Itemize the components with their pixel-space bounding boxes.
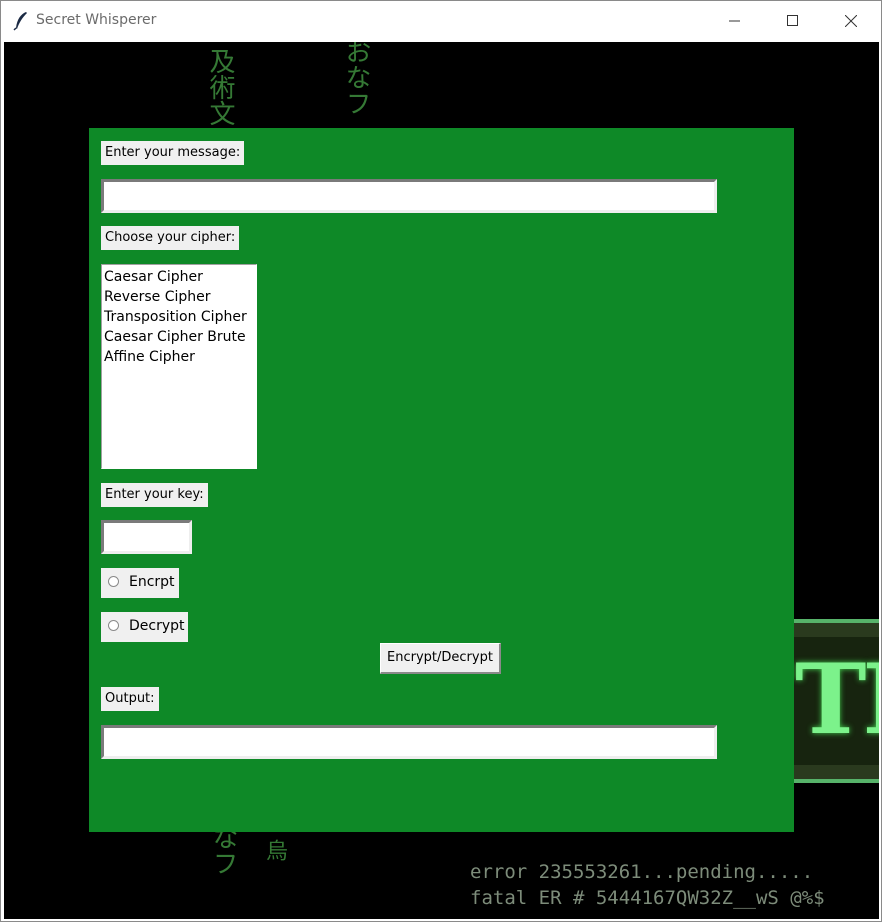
key-label: Enter your key: [101,483,208,507]
decrypt-radio[interactable]: Decrypt [101,612,188,642]
title-bar[interactable]: Secret Whisperer [1,1,881,41]
encrypt-radio[interactable]: Encrpt [101,568,179,598]
matrix-glyph-column: 及術文 [205,48,235,126]
matrix-glyph-column: 烏 [262,839,287,861]
close-icon [845,15,857,27]
output-label: Output: [101,687,159,711]
decrypt-radio-label: Decrypt [129,618,185,634]
maximize-button[interactable] [764,1,822,41]
encrypt-radio-label: Encrpt [129,574,175,590]
key-input[interactable] [101,520,192,554]
cipher-form-panel: Enter your message: Choose your cipher: … [89,128,794,832]
radio-circle-icon[interactable] [108,620,119,631]
window-title: Secret Whisperer [36,12,157,28]
encrypt-decrypt-button[interactable]: Encrypt/Decrypt [380,643,501,674]
feather-icon [13,12,27,31]
message-input[interactable] [101,179,717,213]
radio-circle-icon[interactable] [108,576,119,587]
list-item[interactable]: Caesar Cipher [104,267,254,287]
close-button[interactable] [822,1,880,41]
output-field[interactable] [101,725,717,759]
console-fatal-line: fatal ER # 5444167QW32Z__wS @%$ [470,887,825,909]
matrix-banner-text: TE [795,643,879,756]
maximize-icon [787,15,798,26]
app-window: Secret Whisperer 及術文 おなフ なフ 烏 TE [0,0,882,922]
matrix-banner: TE [793,619,879,783]
console-error-line: error 235553261...pending..... [470,861,814,883]
matrix-glyph-column: おなフ [341,42,371,116]
matrix-banner-inner: TE [793,637,879,765]
minimize-button[interactable] [706,1,764,41]
minimize-icon [729,20,740,22]
list-item[interactable]: Caesar Cipher Brute [104,327,254,347]
cipher-listbox[interactable]: Caesar Cipher Reverse Cipher Transpositi… [101,264,257,469]
message-label: Enter your message: [101,141,245,165]
list-item[interactable]: Affine Cipher [104,347,254,367]
window-client-area: 及術文 おなフ なフ 烏 TE error 235553261...pendin… [4,42,879,919]
list-item[interactable]: Reverse Cipher [104,287,254,307]
cipher-label: Choose your cipher: [101,226,240,250]
list-item[interactable]: Transposition Cipher [104,307,254,327]
